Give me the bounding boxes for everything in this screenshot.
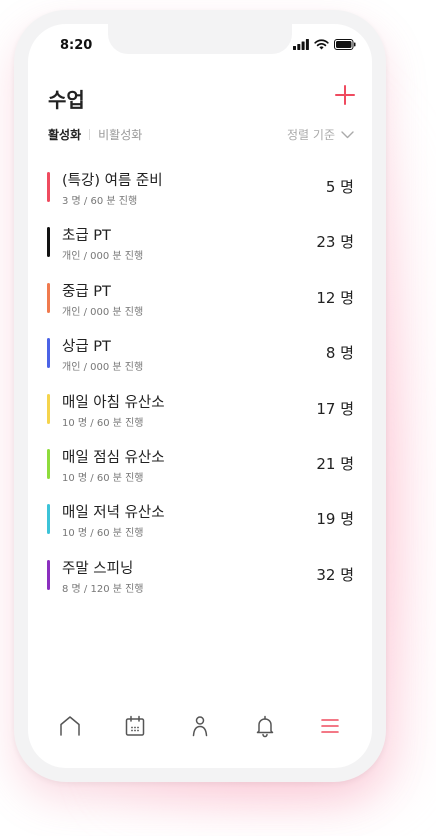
class-member-count: 8 명 bbox=[325, 344, 354, 363]
person-icon bbox=[192, 716, 208, 737]
class-color-bar bbox=[47, 227, 50, 258]
wifi-icon bbox=[314, 39, 329, 50]
class-member-count: 23 명 bbox=[316, 233, 354, 252]
plus-icon bbox=[335, 85, 355, 105]
class-row[interactable]: 매일 점심 유산소 10 명 / 60 분 진행 21 명 bbox=[28, 441, 372, 496]
class-row[interactable]: 중급 PT 개인 / 000 분 진행 12 명 bbox=[28, 275, 372, 330]
class-detail: 10 명 / 60 분 진행 bbox=[62, 528, 144, 540]
class-color-bar bbox=[47, 559, 50, 590]
status-icons bbox=[293, 39, 356, 50]
class-color-bar bbox=[47, 338, 50, 369]
menu-icon bbox=[320, 719, 339, 733]
class-detail: 3 명 / 60 분 진행 bbox=[62, 196, 138, 207]
class-color-bar bbox=[47, 504, 50, 535]
nav-profile[interactable] bbox=[186, 712, 214, 740]
class-row[interactable]: 상급 PT 개인 / 000 분 진행 8 명 bbox=[28, 330, 372, 385]
nav-menu[interactable] bbox=[316, 712, 344, 740]
class-member-count: 17 명 bbox=[316, 399, 354, 418]
class-detail: 8 명 / 120 분 진행 bbox=[62, 583, 144, 595]
class-member-count: 19 명 bbox=[316, 510, 354, 529]
bottom-nav bbox=[28, 704, 372, 748]
class-member-count: 5 명 bbox=[325, 178, 354, 196]
class-name: 매일 점심 유산소 bbox=[62, 449, 165, 466]
tab-inactive[interactable]: 비활성화 bbox=[98, 126, 142, 143]
class-name: 주말 스피닝 bbox=[62, 560, 134, 577]
chevron-down-icon bbox=[341, 130, 354, 138]
tab-divider bbox=[89, 129, 91, 140]
battery-icon bbox=[334, 39, 356, 50]
class-member-count: 21 명 bbox=[316, 454, 354, 473]
bell-icon bbox=[256, 715, 274, 738]
class-detail: 개인 / 000 분 진행 bbox=[62, 362, 144, 374]
home-icon bbox=[60, 716, 81, 736]
class-member-count: 12 명 bbox=[316, 288, 354, 307]
class-row[interactable]: (특강) 여름 준비 3 명 / 60 분 진행 5 명 bbox=[28, 164, 372, 219]
page-title: 수업 bbox=[48, 88, 85, 112]
class-name: 초급 PT bbox=[62, 228, 111, 245]
class-color-bar bbox=[47, 172, 50, 202]
tab-active[interactable]: 활성화 bbox=[48, 126, 81, 143]
sort-label: 정렬 기준 bbox=[287, 128, 335, 142]
app-screen: 8:20 수업 활성화 비활성화 정렬 기준 (특강) 여름 준비 3 명 / … bbox=[28, 24, 372, 768]
class-detail: 10 명 / 60 분 진행 bbox=[62, 417, 144, 429]
class-name: 매일 아침 유산소 bbox=[62, 394, 165, 411]
status-tabs: 활성화 비활성화 bbox=[48, 126, 142, 143]
class-row[interactable]: 매일 아침 유산소 10 명 / 60 분 진행 17 명 bbox=[28, 386, 372, 441]
class-row[interactable]: 매일 저녁 유산소 10 명 / 60 분 진행 19 명 bbox=[28, 496, 372, 551]
class-color-bar bbox=[47, 448, 50, 479]
class-name: 상급 PT bbox=[62, 339, 111, 356]
class-name: (특강) 여름 준비 bbox=[62, 173, 163, 189]
class-name: 매일 저녁 유산소 bbox=[62, 505, 165, 522]
class-color-bar bbox=[47, 282, 50, 313]
nav-notifications[interactable] bbox=[251, 712, 279, 740]
nav-calendar[interactable] bbox=[121, 712, 149, 740]
calendar-icon bbox=[125, 715, 145, 736]
sort-dropdown[interactable]: 정렬 기준 bbox=[287, 126, 354, 143]
add-class-button[interactable] bbox=[334, 84, 356, 106]
class-detail: 개인 / 000 분 진행 bbox=[62, 251, 144, 263]
status-time: 8:20 bbox=[60, 38, 93, 53]
notch bbox=[108, 24, 292, 54]
class-list: (특강) 여름 준비 3 명 / 60 분 진행 5 명 초급 PT 개인 / … bbox=[28, 164, 372, 607]
class-row[interactable]: 초급 PT 개인 / 000 분 진행 23 명 bbox=[28, 219, 372, 274]
nav-home[interactable] bbox=[56, 712, 84, 740]
class-detail: 10 명 / 60 분 진행 bbox=[62, 472, 144, 484]
class-name: 중급 PT bbox=[62, 283, 111, 300]
class-detail: 개인 / 000 분 진행 bbox=[62, 306, 144, 318]
signal-icon bbox=[293, 39, 309, 50]
class-color-bar bbox=[47, 393, 50, 424]
class-row[interactable]: 주말 스피닝 8 명 / 120 분 진행 32 명 bbox=[28, 552, 372, 607]
class-member-count: 32 명 bbox=[316, 565, 354, 584]
